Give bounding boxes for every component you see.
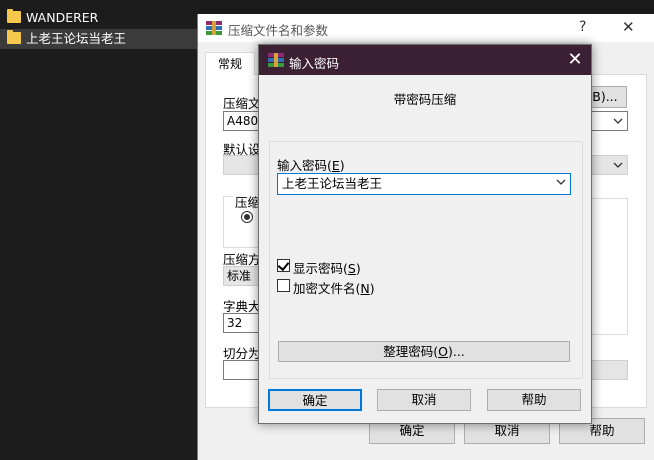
checkbox-box[interactable] <box>277 279 290 292</box>
tab-general[interactable]: 常规 <box>205 52 255 75</box>
list-item-label: 上老王论坛当老王 <box>26 31 127 46</box>
winrar-icon <box>268 53 284 67</box>
archive-name-label: 压缩文 <box>223 96 261 111</box>
list-item[interactable]: WANDERER <box>0 8 200 28</box>
checkbox-box[interactable] <box>277 258 290 272</box>
dialog-titlebar: 输入密码 ✕ <box>259 45 591 75</box>
close-icon[interactable]: ✕ <box>622 18 635 36</box>
chevron-down-icon <box>613 118 623 124</box>
format-radio[interactable] <box>241 211 253 223</box>
password-value: 上老王论坛当老王 <box>282 176 383 191</box>
cancel-button[interactable]: 取消 <box>377 389 471 411</box>
list-item-label: WANDERER <box>26 10 99 25</box>
ok-button[interactable]: 确定 <box>268 389 362 411</box>
archive-name-field[interactable]: A4803 <box>223 111 266 131</box>
show-password-label: 显示密码(S) <box>293 261 361 276</box>
checkmark-icon <box>277 258 290 272</box>
encrypt-filenames-label: 加密文件名(N) <box>293 281 375 296</box>
help-icon[interactable]: ? <box>579 19 586 35</box>
chevron-down-icon <box>613 162 623 168</box>
dialog-subtitle: 带密码压缩 <box>393 92 457 107</box>
update-mode-field[interactable] <box>590 360 628 380</box>
password-dialog: 输入密码 ✕ 带密码压缩 输入密码(E) 上老王论坛当老王 显示密码(S) 加密… <box>258 44 592 424</box>
method-select[interactable]: 标准 <box>223 266 263 286</box>
folder-icon <box>7 9 21 23</box>
profile-dropdown[interactable] <box>590 155 628 175</box>
window-title: 压缩文件名和参数 <box>228 23 329 38</box>
list-item[interactable]: 上老王论坛当老王 <box>0 29 200 49</box>
organize-passwords-button[interactable]: 整理密码(O)... <box>278 341 570 362</box>
chevron-down-icon[interactable] <box>556 177 566 187</box>
file-explorer-panel: WANDERER 上老王论坛当老王 <box>0 0 200 460</box>
close-icon[interactable]: ✕ <box>565 50 585 70</box>
help-button[interactable]: 帮助 <box>487 389 581 411</box>
dict-size-select[interactable]: 32 <box>223 313 263 333</box>
profile-field[interactable] <box>223 155 263 175</box>
window-titlebar: 压缩文件名和参数 ? ✕ <box>198 14 654 42</box>
split-field[interactable] <box>223 360 263 380</box>
options-groupbox <box>590 198 628 335</box>
folder-icon <box>7 30 21 44</box>
archive-name-dropdown[interactable] <box>590 111 628 131</box>
winrar-icon <box>206 21 222 35</box>
password-label: 输入密码(E) <box>277 158 345 173</box>
password-input[interactable]: 上老王论坛当老王 <box>277 173 571 195</box>
dialog-title: 输入密码 <box>289 56 340 71</box>
